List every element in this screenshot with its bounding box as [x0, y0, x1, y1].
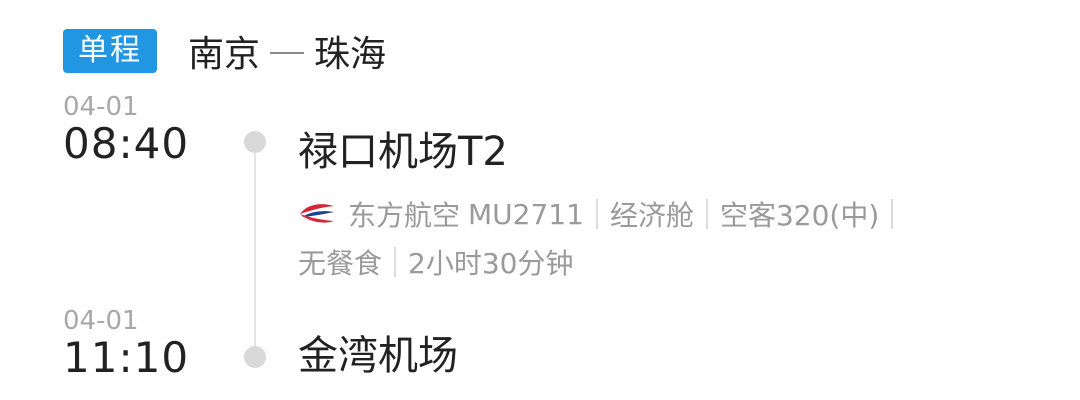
flight-duration: 2小时30分钟	[408, 247, 574, 280]
meal-info: 无餐食	[298, 247, 383, 280]
airline-name: 东方航空	[348, 199, 461, 232]
route-separator	[270, 52, 305, 54]
flight-info-row-1: 东方航空 MU2711 经济舱 空客320(中)	[298, 194, 905, 234]
info-divider	[891, 199, 894, 229]
flight-card[interactable]: 单程 南京 珠海 04-01 08:40 禄口机场T2 东方航空 MU2711 …	[0, 0, 1080, 400]
route-title: 南京 珠海	[188, 26, 386, 76]
departure-airport: 禄口机场T2	[298, 129, 508, 175]
departure-time: 08:40	[63, 119, 190, 168]
info-divider	[394, 247, 397, 277]
departure-dot-icon	[244, 131, 266, 153]
route-destination: 珠海	[314, 34, 387, 75]
departure-date: 04-01	[63, 92, 139, 122]
timeline-line	[254, 144, 256, 356]
flight-number: MU2711	[468, 197, 584, 231]
route-origin: 南京	[188, 34, 261, 75]
flight-info-row-2: 无餐食 2小时30分钟	[298, 242, 573, 282]
arrival-time: 11:10	[63, 333, 190, 382]
aircraft-type: 空客320(中)	[719, 199, 880, 232]
cabin-class: 经济舱	[609, 199, 694, 232]
china-eastern-logo-icon	[300, 204, 334, 223]
info-divider	[705, 199, 708, 229]
arrival-dot-icon	[244, 346, 266, 368]
info-divider	[595, 199, 598, 229]
arrival-airport: 金湾机场	[298, 333, 458, 379]
arrival-date: 04-01	[63, 306, 139, 336]
trip-type-badge: 单程	[63, 29, 157, 73]
